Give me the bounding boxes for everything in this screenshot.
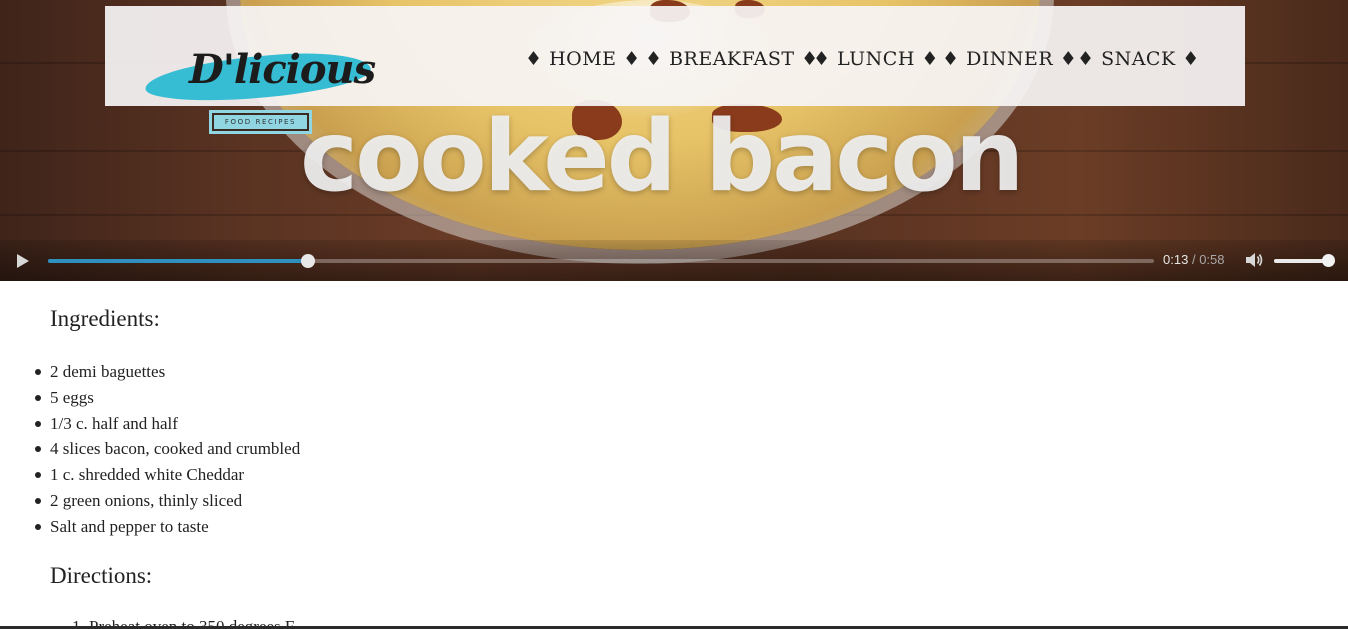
current-time: 0:13: [1163, 252, 1189, 267]
logo-tagline-box: FOOD RECIPES: [209, 110, 312, 134]
volume-handle[interactable]: [1322, 254, 1335, 267]
ingredient-item: 4 slices bacon, cooked and crumbled: [34, 436, 300, 462]
video-time-display: 0:13 / 0:58: [1163, 252, 1225, 267]
main-nav: ♦ HOME ♦ ♦ BREAKFAST ♦ ♦ LUNCH ♦ ♦ DINNE…: [105, 6, 1245, 106]
volume-slider[interactable]: [1274, 254, 1335, 267]
recipe-content: Ingredients: 2 demi baguettes 5 eggs 1/3…: [0, 281, 1348, 629]
ingredient-item: 2 demi baguettes: [34, 359, 300, 385]
nav-home[interactable]: ♦ HOME ♦: [525, 48, 641, 70]
ingredient-item: 5 eggs: [34, 385, 300, 411]
directions-heading: Directions:: [50, 563, 153, 588]
volume-icon[interactable]: [1244, 251, 1264, 269]
ingredients-list: 2 demi baguettes 5 eggs 1/3 c. half and …: [34, 359, 300, 540]
ingredient-item: Salt and pepper to taste: [34, 514, 300, 540]
video-progress-bar[interactable]: [48, 254, 1154, 268]
ingredient-item: 2 green onions, thinly sliced: [34, 488, 300, 514]
logo-tagline: FOOD RECIPES: [212, 113, 309, 131]
nav-snack[interactable]: ♦ SNACK ♦: [1077, 48, 1200, 70]
ingredient-item: 1 c. shredded white Cheddar: [34, 462, 300, 488]
nav-dinner[interactable]: ♦ DINNER ♦: [942, 48, 1077, 70]
ingredient-item: 1/3 c. half and half: [34, 411, 300, 437]
nav-lunch[interactable]: ♦ LUNCH ♦: [813, 48, 939, 70]
play-icon[interactable]: [12, 252, 32, 270]
nav-breakfast[interactable]: ♦ BREAKFAST ♦: [645, 48, 819, 70]
video-caption: cooked bacon: [300, 100, 1025, 214]
time-separator: /: [1191, 252, 1196, 267]
video-progress-handle[interactable]: [301, 254, 316, 268]
duration: 0:58: [1199, 252, 1225, 267]
volume-fill: [1274, 259, 1328, 263]
video-progress-fill: [48, 259, 309, 263]
ingredients-heading: Ingredients:: [50, 306, 160, 331]
site-header: D'licious ♦ HOME ♦ ♦ BREAKFAST ♦ ♦ LUNCH…: [105, 6, 1245, 106]
